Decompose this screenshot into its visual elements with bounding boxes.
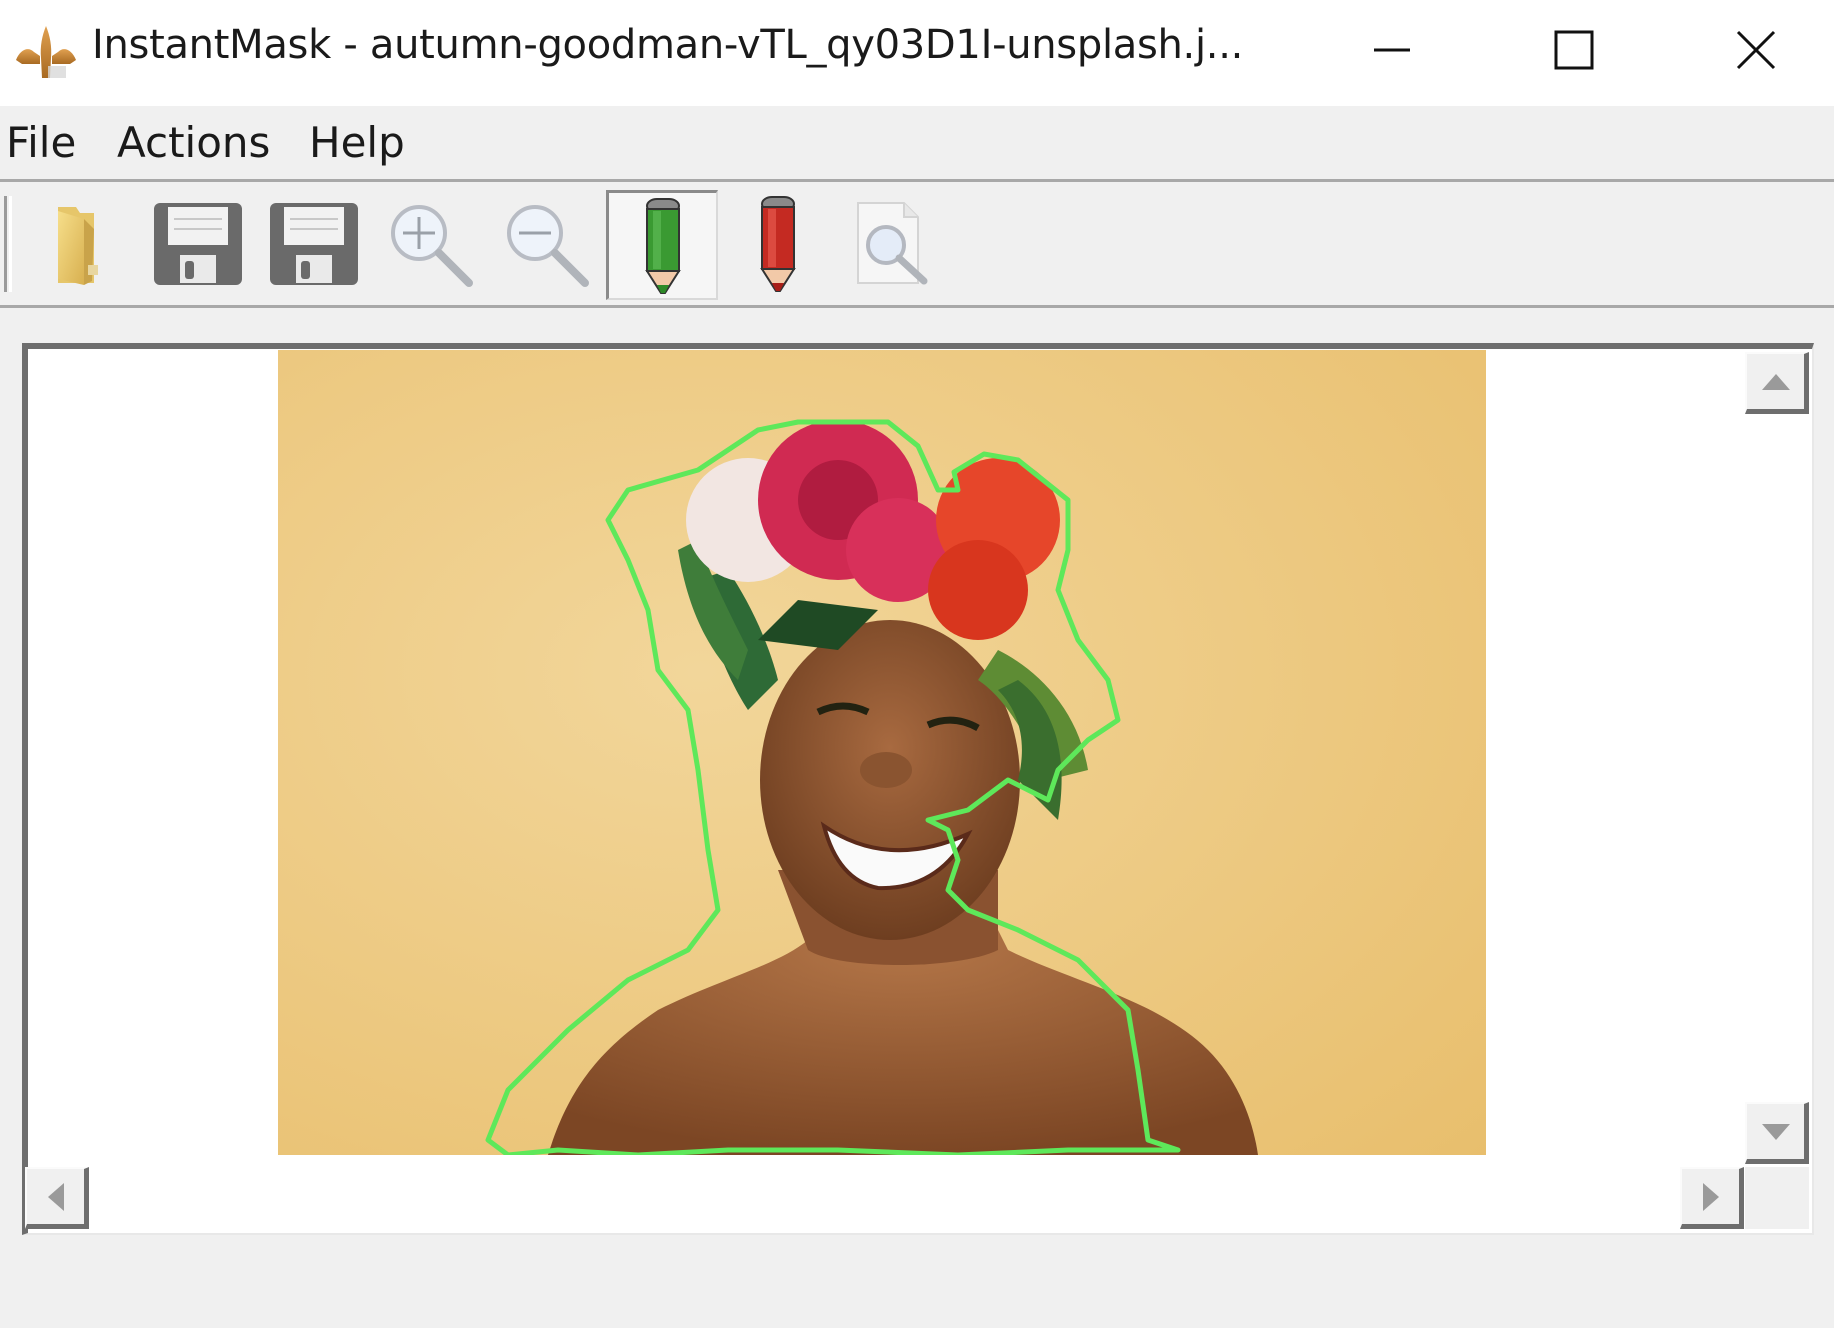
scroll-up-button[interactable] bbox=[1745, 352, 1809, 414]
image-canvas[interactable] bbox=[22, 343, 1814, 1235]
save-button[interactable] bbox=[146, 192, 250, 296]
background-pencil-button[interactable] bbox=[726, 192, 830, 296]
scroll-left-button[interactable] bbox=[25, 1167, 89, 1229]
floppy-disk-icon bbox=[154, 203, 242, 285]
folder-icon bbox=[58, 207, 98, 285]
menu-bar: File Actions Help bbox=[0, 106, 1834, 182]
window-title: InstantMask - autumn-goodman-vTL_qy03D1I… bbox=[92, 22, 1244, 68]
minimize-icon bbox=[1374, 48, 1410, 52]
image-content bbox=[278, 350, 1486, 1155]
close-icon bbox=[1736, 30, 1776, 70]
zoom-in-button[interactable] bbox=[378, 192, 482, 296]
fleur-de-lis-icon bbox=[16, 26, 76, 78]
toolbar-grip[interactable] bbox=[4, 196, 12, 292]
scroll-down-arrow-icon bbox=[1761, 1123, 1790, 1140]
green-pencil-icon bbox=[644, 197, 681, 294]
photo[interactable] bbox=[278, 350, 1486, 1155]
scroll-right-arrow-icon bbox=[1702, 1182, 1719, 1211]
zoom-in-icon bbox=[391, 205, 473, 287]
title-bar: InstantMask - autumn-goodman-vTL_qy03D1I… bbox=[0, 0, 1834, 106]
minimize-button[interactable] bbox=[1302, 0, 1482, 100]
menu-file[interactable]: File bbox=[6, 118, 76, 167]
scroll-left-arrow-icon bbox=[47, 1182, 64, 1211]
scroll-down-button[interactable] bbox=[1745, 1102, 1809, 1164]
zoom-out-icon bbox=[507, 205, 589, 287]
toolbar bbox=[0, 182, 1834, 308]
red-pencil-icon bbox=[760, 196, 796, 292]
status-bar bbox=[0, 1240, 1834, 1328]
save-as-button[interactable] bbox=[262, 192, 366, 296]
document-magnifier-icon bbox=[857, 202, 928, 285]
open-button[interactable] bbox=[24, 192, 128, 296]
maximize-button[interactable] bbox=[1484, 0, 1664, 100]
menu-actions[interactable]: Actions bbox=[117, 118, 270, 167]
preview-button[interactable] bbox=[840, 192, 944, 296]
close-button[interactable] bbox=[1666, 0, 1834, 100]
foreground-pencil-button[interactable] bbox=[606, 190, 718, 300]
menu-help[interactable]: Help bbox=[309, 118, 405, 167]
scroll-up-arrow-icon bbox=[1761, 373, 1790, 390]
floppy-disk-icon bbox=[270, 203, 358, 285]
zoom-out-button[interactable] bbox=[494, 192, 598, 296]
maximize-icon bbox=[1554, 30, 1594, 70]
scrollbar-corner bbox=[1745, 1167, 1809, 1229]
scroll-right-button[interactable] bbox=[1680, 1167, 1744, 1229]
